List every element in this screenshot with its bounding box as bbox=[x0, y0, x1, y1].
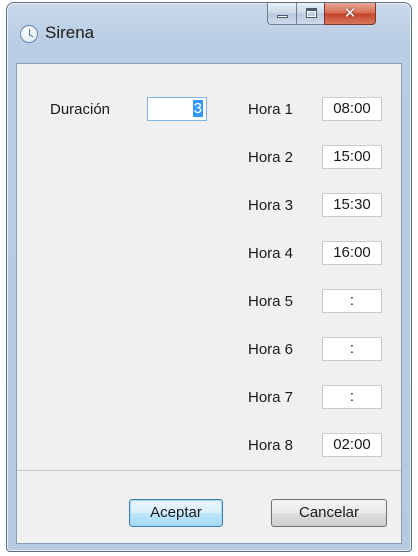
hora-3-label: Hora 3 bbox=[248, 197, 294, 214]
maximize-icon bbox=[306, 8, 317, 18]
footer-separator bbox=[17, 470, 401, 471]
minimize-button[interactable] bbox=[267, 3, 297, 25]
hora-6-label: Hora 6 bbox=[248, 341, 294, 358]
hora-4-input[interactable]: 16:00 bbox=[322, 241, 382, 265]
close-button[interactable]: ✕ bbox=[324, 3, 376, 25]
close-icon: ✕ bbox=[343, 4, 357, 22]
sirena-window: Sirena ✕ Duración 3 Hora 1 08:00 Hora 2 … bbox=[6, 2, 412, 552]
hora-8-label: Hora 8 bbox=[248, 437, 294, 454]
hora-2-label: Hora 2 bbox=[248, 149, 294, 166]
hora-1-input[interactable]: 08:00 bbox=[322, 97, 382, 121]
duracion-input[interactable]: 3 bbox=[147, 97, 207, 121]
clock-icon bbox=[20, 25, 38, 43]
hora-1-label: Hora 1 bbox=[248, 101, 294, 118]
hora-8-input[interactable]: 02:00 bbox=[322, 433, 382, 457]
hora-2-input[interactable]: 15:00 bbox=[322, 145, 382, 169]
hora-7-label: Hora 7 bbox=[248, 389, 294, 406]
maximize-button[interactable] bbox=[296, 3, 325, 25]
duracion-label: Duración bbox=[50, 101, 111, 118]
cancelar-button[interactable]: Cancelar bbox=[271, 499, 387, 527]
window-title: Sirena bbox=[45, 23, 95, 42]
hora-4-label: Hora 4 bbox=[248, 245, 294, 262]
aceptar-button[interactable]: Aceptar bbox=[129, 499, 223, 527]
title-bar[interactable]: Sirena ✕ bbox=[7, 3, 411, 63]
client-area: Duración 3 Hora 1 08:00 Hora 2 15:00 Hor… bbox=[16, 63, 402, 544]
minimize-icon bbox=[277, 15, 288, 18]
hora-5-label: Hora 5 bbox=[248, 293, 294, 310]
duracion-value: 3 bbox=[192, 100, 203, 117]
hora-6-input[interactable]: : bbox=[322, 337, 382, 361]
hora-5-input[interactable]: : bbox=[322, 289, 382, 313]
hora-3-input[interactable]: 15:30 bbox=[322, 193, 382, 217]
hora-7-input[interactable]: : bbox=[322, 385, 382, 409]
